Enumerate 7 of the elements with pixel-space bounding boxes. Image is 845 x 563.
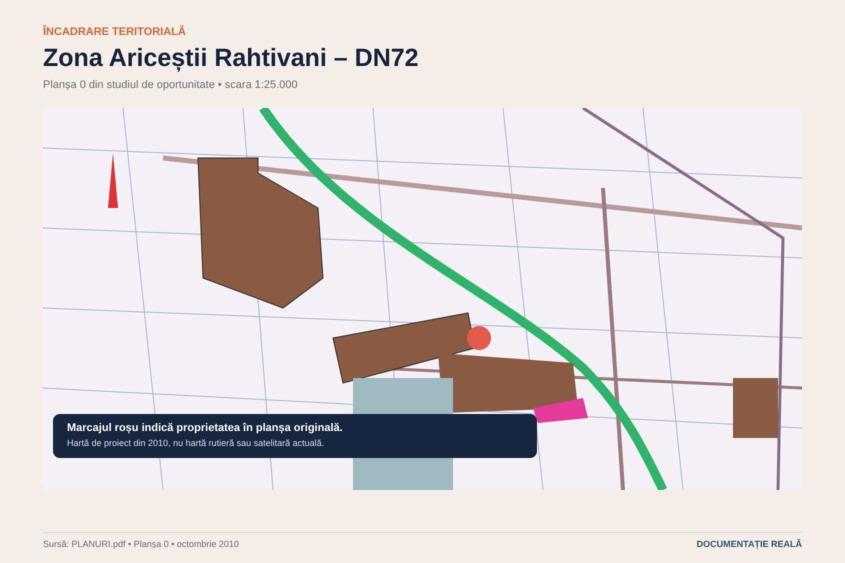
subtitle: Planșa 0 din studiul de oportunitate • scara 1:25.000 — [43, 79, 298, 91]
documentation-label: DOCUMENTAȚIE REALĂ — [696, 539, 802, 549]
eyebrow-label: ÎNCADRARE TERITORIALĂ — [43, 26, 186, 38]
page-title: Zona Ariceștii Rahtivani – DN72 — [43, 43, 419, 73]
caption-title: Marcajul roșu indică proprietatea în planșa originală. — [67, 422, 344, 434]
source-note: Sursă: PLANURI.pdf • Planșa 0 • octombrie 2010 — [43, 539, 239, 549]
caption-note: Hartă de proiect din 2010, nu hartă rutieră sau satelitară actuală. — [67, 438, 326, 448]
